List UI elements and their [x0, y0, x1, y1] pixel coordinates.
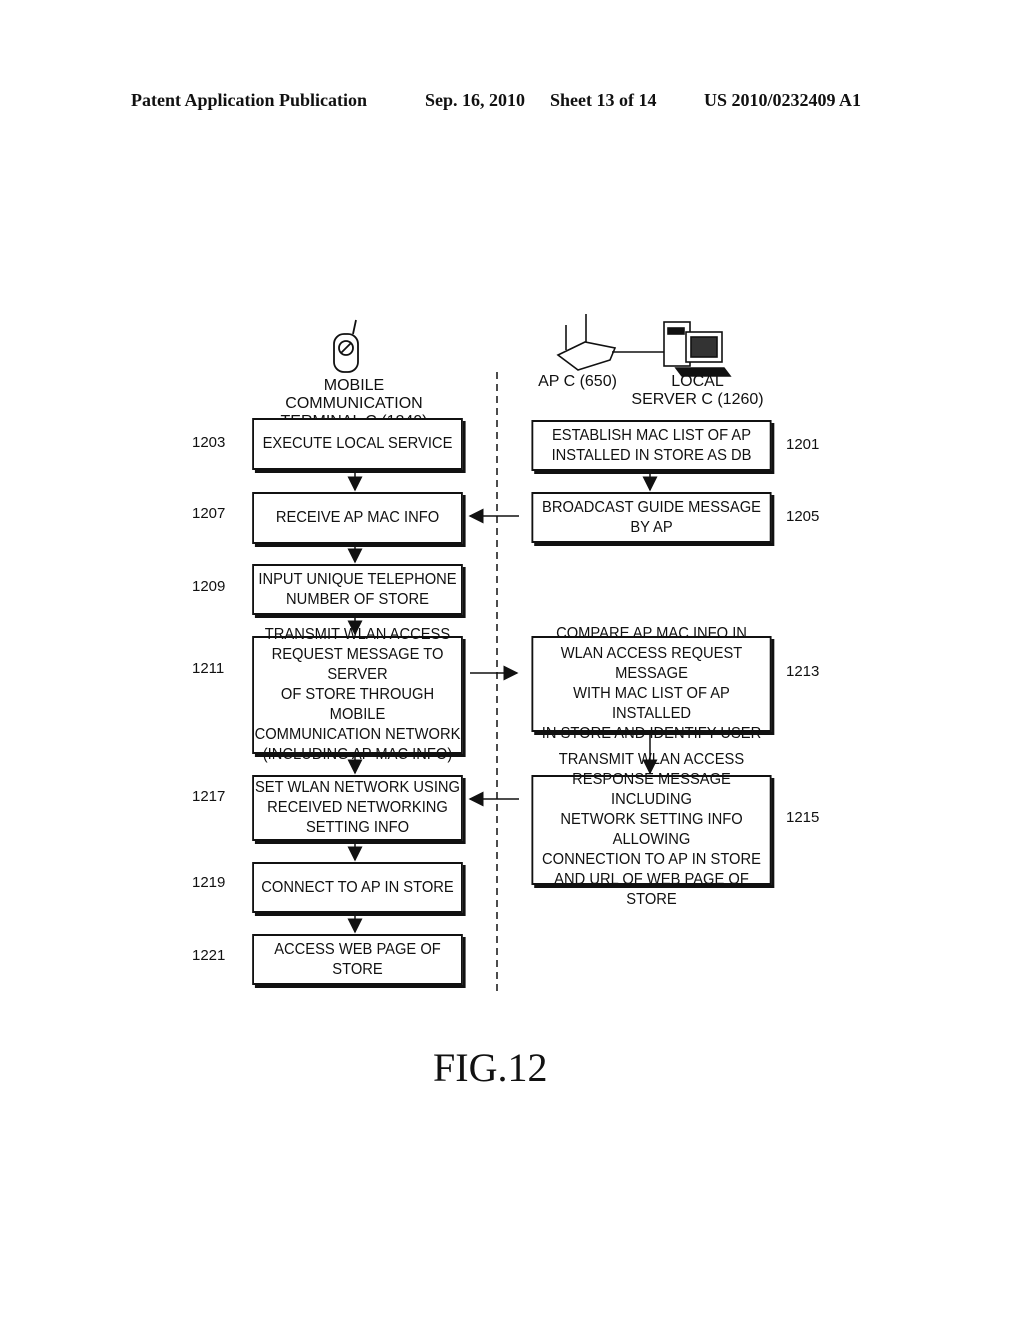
step-1205-box: BROADCAST GUIDE MESSAGE BY AP — [531, 492, 772, 543]
step-1219-box: CONNECT TO AP IN STORE — [252, 862, 463, 913]
step-1211-ref: 1211 — [192, 660, 225, 677]
step-1213-box: COMPARE AP MAC INFO IN WLAN ACCESS REQUE… — [531, 625, 772, 742]
step-1209-ref: 1209 — [192, 578, 226, 595]
step-1215-box: TRANSMIT WLAN ACCESS RESPONSE MESSAGE IN… — [531, 751, 772, 908]
mobile-phone-icon — [333, 319, 359, 373]
step-1201-box: ESTABLISH MAC LIST OF AP INSTALLED IN ST… — [531, 420, 772, 471]
step-1209-box: INPUT UNIQUE TELEPHONE NUMBER OF STORE — [252, 564, 463, 615]
step-1217-ref: 1217 — [192, 788, 226, 805]
wireless-router-icon — [556, 314, 664, 371]
step-1207-box: RECEIVE AP MAC INFO — [252, 492, 463, 544]
ap-label: AP C (650) — [538, 373, 617, 390]
step-1207-ref: 1207 — [192, 505, 226, 522]
step-1221-box: ACCESS WEB PAGE OF STORE — [252, 934, 463, 985]
step-1215-ref: 1215 — [786, 809, 820, 826]
step-1217-box: SET WLAN NETWORK USING RECEIVED NETWORKI… — [252, 775, 463, 841]
step-1221-ref: 1221 — [192, 947, 226, 964]
step-1211-box: TRANSMIT WLAN ACCESS REQUEST MESSAGE TO … — [252, 626, 463, 763]
step-1203-box: EXECUTE LOCAL SERVICE — [252, 418, 463, 470]
diagram-connectors — [333, 314, 732, 995]
step-1205-ref: 1205 — [786, 508, 820, 525]
step-1219-ref: 1219 — [192, 874, 226, 891]
step-1213-ref: 1213 — [786, 663, 820, 680]
server-label: LOCAL SERVER C (1260) — [631, 373, 764, 408]
step-1201-ref: 1201 — [786, 436, 820, 453]
figure-label: FIG.12 — [433, 1045, 548, 1090]
desktop-computer-icon — [663, 321, 732, 377]
step-1203-ref: 1203 — [192, 434, 226, 451]
